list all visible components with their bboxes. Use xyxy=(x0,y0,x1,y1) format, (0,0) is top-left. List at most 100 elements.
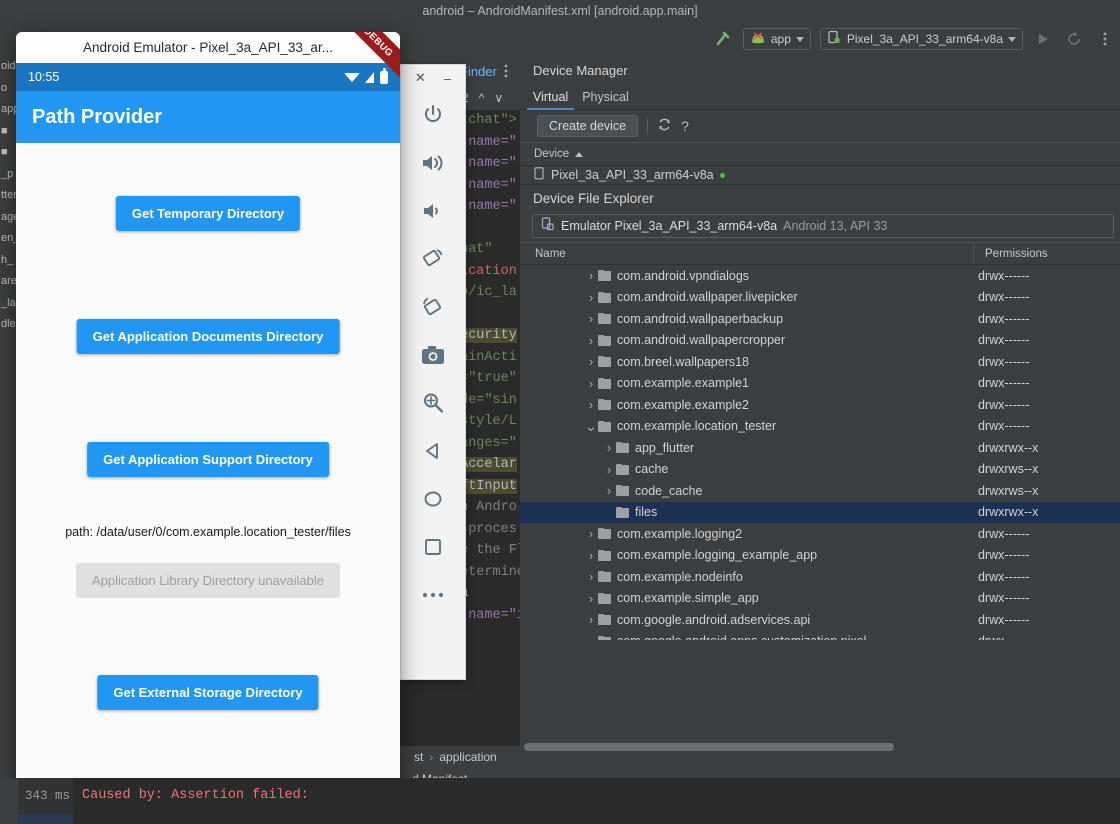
file-row[interactable]: › com.example.example2 drwx------ xyxy=(520,394,1120,416)
file-name: com.example.example1 xyxy=(617,376,750,391)
file-row[interactable]: › com.google.android.adservices.api drwx--… xyxy=(520,609,1120,631)
folder-icon xyxy=(598,420,611,432)
chevron-right-icon[interactable]: › xyxy=(584,548,598,563)
get-application-support-directory-button[interactable]: Get Application Support Directory xyxy=(87,442,329,477)
editor-kebab-icon[interactable] xyxy=(504,64,508,78)
file-row[interactable]: › com.example.logging2 drwx------ xyxy=(520,523,1120,545)
power-icon[interactable] xyxy=(401,91,465,139)
run-config-label: app xyxy=(770,32,791,46)
file-row[interactable]: files drwxrwx--x xyxy=(520,501,1120,523)
file-permissions: drwx------ xyxy=(978,354,1030,369)
file-permissions: drwx------ xyxy=(978,333,1030,348)
minimize-icon[interactable]: – xyxy=(444,71,451,86)
chevron-right-icon[interactable]: › xyxy=(602,483,616,498)
folder-icon xyxy=(598,270,611,282)
tab-virtual[interactable]: Virtual xyxy=(526,90,582,110)
create-device-button[interactable]: Create device xyxy=(537,115,639,137)
file-name: com.example.location_tester xyxy=(617,419,777,434)
more-dots-icon[interactable] xyxy=(401,571,465,619)
tab-physical[interactable]: Physical xyxy=(582,90,643,109)
emulator-title-bar[interactable]: Android Emulator - Pixel_3a_API_33_ar... xyxy=(16,32,400,63)
chevron-right-icon[interactable]: › xyxy=(584,333,598,348)
zoom-in-icon[interactable] xyxy=(401,379,465,427)
folder-icon xyxy=(616,506,629,518)
kebab-menu-icon[interactable] xyxy=(1094,28,1116,50)
folder-icon xyxy=(598,592,611,604)
chevron-right-icon[interactable]: › xyxy=(584,569,598,584)
chevron-right-icon[interactable]: › xyxy=(584,268,598,283)
get-application-documents-directory-button[interactable]: Get Application Documents Directory xyxy=(76,319,340,354)
file-row[interactable]: › com.example.logging_example_app drwx----… xyxy=(520,545,1120,567)
file-row[interactable]: › com.breel.wallpapers18 drwx------ xyxy=(520,351,1120,373)
find-prev-icon[interactable]: ^ xyxy=(479,91,485,105)
emulator-controls-titlebar: ✕ – xyxy=(401,65,465,91)
rotate-left-icon[interactable] xyxy=(401,235,465,283)
horizontal-scrollbar[interactable] xyxy=(520,743,1120,760)
close-icon[interactable]: ✕ xyxy=(415,70,426,86)
breadcrumb-item[interactable]: st xyxy=(414,750,423,764)
file-row[interactable]: › app_flutter drwxrwx--x xyxy=(520,437,1120,459)
refresh-icon[interactable] xyxy=(657,117,672,135)
device-manager-row[interactable]: Pixel_3a_API_33_arm64-v8a xyxy=(520,166,1120,184)
console-error-message: Caused by: Assertion failed: xyxy=(82,788,309,803)
device-file-explorer-title-label: Device File Explorer xyxy=(533,191,654,206)
file-row[interactable]: › com.android.vpndialogs drwx------ xyxy=(520,265,1120,287)
column-header-permissions[interactable]: Permissions xyxy=(975,248,1048,260)
help-question-icon[interactable]: ? xyxy=(681,118,689,134)
device-selector-combo[interactable]: Emulator Pixel_3a_API_33_arm64-v8a Andro… xyxy=(532,214,1114,238)
rotate-right-icon[interactable] xyxy=(401,283,465,331)
chevron-right-icon[interactable]: › xyxy=(584,397,598,412)
file-name: com.android.wallpapercropper xyxy=(617,333,786,348)
horizontal-scrollbar-thumb[interactable] xyxy=(524,743,894,751)
file-row[interactable]: › cache drwxrws--x xyxy=(520,459,1120,481)
volume-up-icon[interactable] xyxy=(401,139,465,187)
chevron-right-icon[interactable]: › xyxy=(602,440,616,455)
chevron-right-icon[interactable]: › xyxy=(584,591,598,606)
run-configuration-selector[interactable]: app xyxy=(742,28,811,50)
back-triangle-icon[interactable] xyxy=(401,427,465,475)
file-row[interactable]: ⌄ com.example.location_tester drwx------ xyxy=(520,416,1120,438)
rerun-icon[interactable] xyxy=(1063,28,1085,50)
device-name-label: Emulator Pixel_3a_API_33_arm64-v8a xyxy=(561,219,778,233)
file-row[interactable]: › com.android.wallpapercropper drwx------ xyxy=(520,330,1120,352)
device-api-label: Android 13, API 33 xyxy=(783,219,888,233)
chevron-right-icon[interactable]: › xyxy=(584,634,598,640)
file-row[interactable]: › com.android.wallpaper.livepicker drwx---… xyxy=(520,287,1120,309)
column-header-name[interactable]: Name xyxy=(520,248,975,260)
device-manager-column-header[interactable]: Device xyxy=(520,142,1120,166)
device-manager-toolbar: Create device ? xyxy=(520,110,1120,142)
find-next-icon[interactable]: ∨ xyxy=(494,91,503,105)
device-manager-title: Device Manager xyxy=(520,56,1120,84)
chevron-right-icon[interactable]: › xyxy=(584,376,598,391)
chevron-right-icon[interactable]: › xyxy=(584,311,598,326)
chevron-right-icon[interactable]: › xyxy=(584,290,598,305)
file-row[interactable]: › com.example.nodeinfo drwx------ xyxy=(520,566,1120,588)
chevron-down-icon[interactable]: ⌄ xyxy=(584,418,598,435)
breadcrumb-item[interactable]: application xyxy=(439,750,496,764)
device-selector[interactable]: Pixel_3a_API_33_arm64-v8a xyxy=(819,28,1023,50)
folder-icon xyxy=(598,291,611,303)
file-name: com.android.vpndialogs xyxy=(617,268,750,283)
file-row[interactable]: › com.example.example1 drwx------ xyxy=(520,373,1120,395)
volume-down-icon[interactable] xyxy=(401,187,465,235)
chevron-right-icon[interactable]: › xyxy=(584,612,598,627)
file-row[interactable]: › com.google.android.apps.customization.p… xyxy=(520,631,1120,640)
column-separator[interactable] xyxy=(973,243,974,264)
console-timestamp: 343 ms xyxy=(24,789,70,803)
file-row[interactable]: › com.example.simple_app drwx------ xyxy=(520,588,1120,610)
hammer-icon[interactable] xyxy=(712,28,734,50)
chevron-right-icon[interactable]: › xyxy=(584,526,598,541)
camera-icon[interactable] xyxy=(401,331,465,379)
file-name: app_flutter xyxy=(635,440,695,455)
file-list[interactable]: › com.android.vpndialogs drwx------ › com.an… xyxy=(520,265,1120,640)
file-permissions: drwx------ xyxy=(978,569,1030,584)
file-row[interactable]: › code_cache drwxrws--x xyxy=(520,480,1120,502)
chevron-right-icon[interactable]: › xyxy=(584,354,598,369)
get-external-storage-directory-button[interactable]: Get External Storage Directory xyxy=(97,675,319,710)
overview-square-icon[interactable] xyxy=(401,523,465,571)
file-row[interactable]: › com.android.wallpaperbackup drwx------ xyxy=(520,308,1120,330)
chevron-right-icon[interactable]: › xyxy=(602,462,616,477)
home-circle-icon[interactable] xyxy=(401,475,465,523)
get-temporary-directory-button[interactable]: Get Temporary Directory xyxy=(115,196,301,231)
run-play-icon[interactable] xyxy=(1032,28,1054,50)
